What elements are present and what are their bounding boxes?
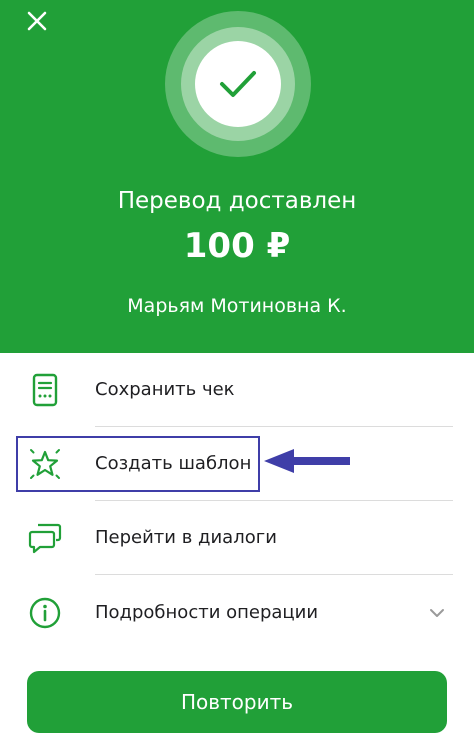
repeat-button-label: Повторить bbox=[180, 690, 294, 714]
checkmark-icon bbox=[220, 71, 256, 97]
close-icon bbox=[27, 11, 47, 31]
operation-details-row[interactable]: Подробности операции bbox=[0, 576, 474, 650]
go-to-dialogs-label: Перейти в диалоги bbox=[95, 527, 277, 548]
operation-details-label: Подробности операции bbox=[95, 602, 319, 623]
chevron-down-icon[interactable] bbox=[426, 602, 448, 624]
close-button[interactable] bbox=[22, 6, 52, 36]
divider bbox=[95, 574, 453, 575]
transfer-amount: 100 ₽ bbox=[183, 226, 291, 266]
recipient-name: Марьям Мотиновна К. bbox=[127, 295, 347, 317]
save-receipt-row[interactable]: Сохранить чек bbox=[0, 353, 474, 427]
receipt-icon bbox=[25, 370, 65, 410]
success-badge bbox=[195, 41, 281, 127]
repeat-button[interactable]: Повторить bbox=[27, 671, 447, 733]
info-icon bbox=[25, 593, 65, 633]
chat-icon bbox=[25, 518, 65, 558]
annotation-arrow-icon bbox=[264, 449, 350, 473]
status-title: Перевод доставлен bbox=[117, 188, 357, 214]
save-receipt-label: Сохранить чек bbox=[95, 379, 235, 400]
success-header: Перевод доставлен 100 ₽ Марьям Мотиновна… bbox=[0, 0, 474, 353]
annotation-highlight-box bbox=[16, 436, 260, 492]
go-to-dialogs-row[interactable]: Перейти в диалоги bbox=[0, 501, 474, 575]
